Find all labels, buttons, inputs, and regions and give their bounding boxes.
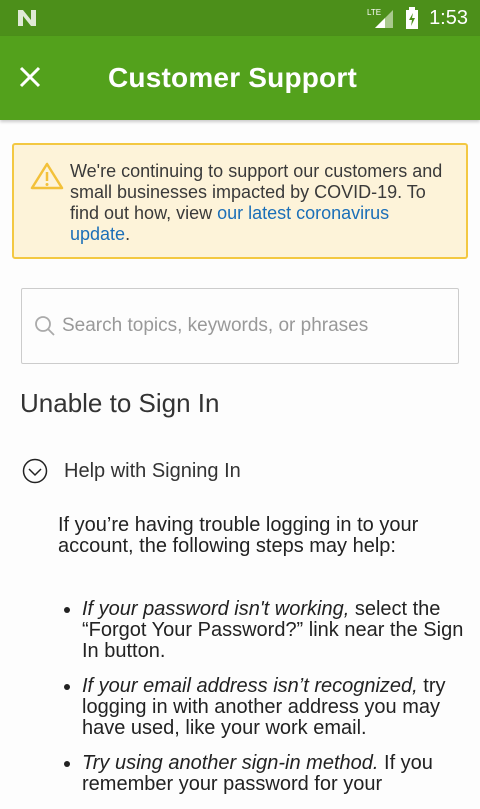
- section-title: Unable to Sign In: [20, 388, 220, 418]
- battery-charging-icon: [406, 7, 419, 29]
- page-title: Customer Support: [108, 62, 357, 93]
- status-bar: LTE 1:53: [0, 0, 480, 36]
- app-bar: Customer Support: [0, 36, 480, 120]
- lte-signal-icon: LTE: [367, 8, 394, 28]
- alert-end: .: [125, 224, 131, 244]
- clock: 1:53: [429, 6, 468, 29]
- accordion-label: Help with Signing In: [64, 459, 241, 482]
- accordion-help-signing-in[interactable]: Help with Signing In: [22, 458, 241, 484]
- search-input[interactable]: [62, 315, 442, 337]
- steps-list: If your password isn't working, select t…: [58, 599, 468, 795]
- bullet-emphasis: If your email address isn’t recognized,: [82, 675, 418, 697]
- close-button[interactable]: [18, 61, 54, 95]
- search-box[interactable]: [21, 288, 459, 364]
- accordion-content: If you’re having trouble logging in to y…: [58, 515, 468, 809]
- warning-icon: [30, 162, 64, 190]
- list-item: Try using another sign-in method. If you…: [82, 753, 468, 795]
- covid-alert: We're continuing to support our customer…: [12, 143, 468, 259]
- search-icon: [35, 316, 55, 336]
- close-icon: [19, 66, 41, 88]
- n-logo-icon: [18, 10, 36, 26]
- chevron-down-circle-icon: [22, 458, 48, 484]
- list-item: If your email address isn’t recognized, …: [82, 676, 468, 739]
- bullet-emphasis: Try using another sign-in method.: [82, 752, 379, 774]
- svg-text:LTE: LTE: [367, 8, 381, 17]
- list-item: If your password isn't working, select t…: [82, 599, 468, 662]
- bullet-emphasis: If your password isn't working,: [82, 598, 350, 620]
- intro-text: If you’re having trouble logging in to y…: [58, 514, 419, 557]
